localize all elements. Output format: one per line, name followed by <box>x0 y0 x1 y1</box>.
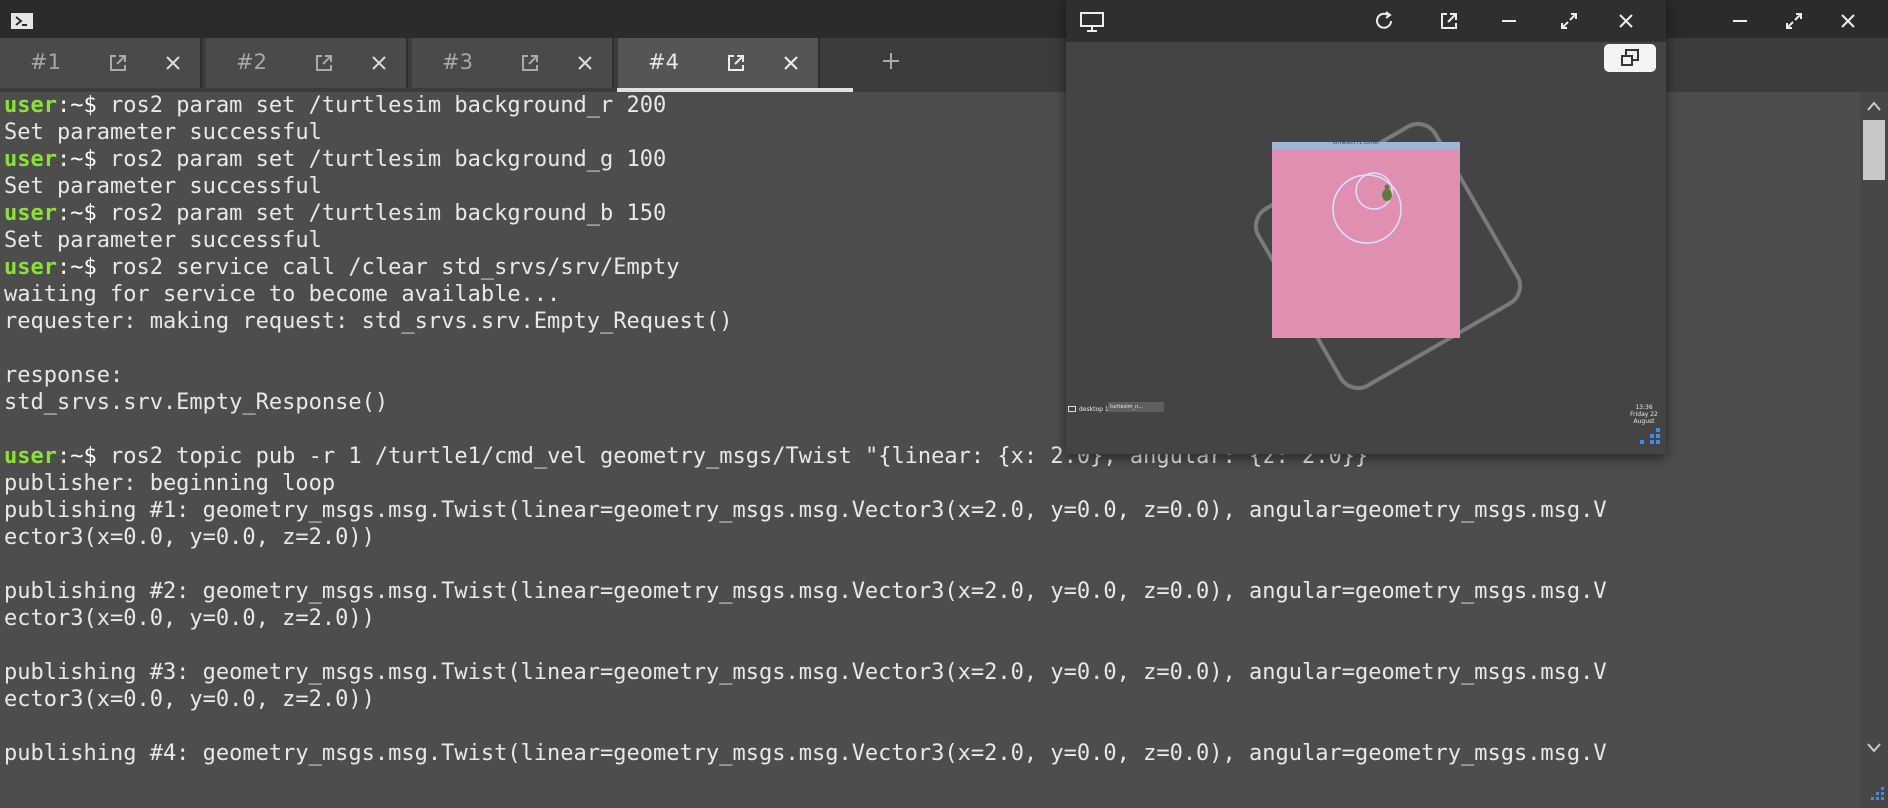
clock-date: Friday 22 August <box>1630 411 1658 425</box>
prompt-path: :~ <box>56 444 84 469</box>
terminal-output-line: Set parameter successful <box>4 174 322 199</box>
prompt-user: user <box>4 147 57 172</box>
tab-label: #1 <box>30 50 61 74</box>
popout-icon[interactable] <box>520 53 540 73</box>
terminal-output-line: std_srvs.srv.Empty_Response() <box>4 390 389 415</box>
minimize-button[interactable] <box>1722 6 1758 36</box>
terminal-command-line: user:~$ ros2 param set /turtlesim backgr… <box>4 92 666 119</box>
taskbar-app-turtlesim[interactable]: turtlesim_n... <box>1108 402 1164 412</box>
desktop-label: desktop 1 <box>1079 405 1109 413</box>
scroll-thumb[interactable] <box>1863 120 1885 180</box>
turtlesim-titlebar: TurtleSim (1 turtle) <box>1272 140 1460 149</box>
terminal-output-line: publishing #1: geometry_msgs.msg.Twist(l… <box>4 498 1607 523</box>
terminal-output-line: waiting for service to become available.… <box>4 282 561 307</box>
command-text: ros2 service call /clear std_srvs/srv/Em… <box>96 255 680 280</box>
popout-icon[interactable] <box>726 53 746 73</box>
tab-label: #2 <box>236 50 267 74</box>
viewer-maximize-button[interactable] <box>1552 8 1586 34</box>
powershell-icon <box>11 13 33 29</box>
tab-1[interactable]: #1 <box>0 38 202 88</box>
prompt-user: user <box>4 255 57 280</box>
minimize-icon <box>1733 20 1747 22</box>
restore-button[interactable] <box>1604 44 1656 72</box>
turtlesim-title: TurtleSim (1 turtle) <box>1332 140 1380 146</box>
monitor-icon <box>1080 12 1104 32</box>
popout-icon[interactable] <box>108 53 128 73</box>
prompt-path: :~ <box>56 147 84 172</box>
tab-4[interactable]: #4 <box>618 38 820 88</box>
tab-2[interactable]: #2 <box>206 38 408 88</box>
maximize-icon <box>1561 13 1577 29</box>
close-icon <box>1619 14 1633 28</box>
close-icon[interactable] <box>575 53 595 73</box>
close-icon[interactable] <box>163 53 183 73</box>
prompt-dollar: $ <box>83 444 97 469</box>
prompt-path: :~ <box>56 201 84 226</box>
viewer-close-button[interactable] <box>1609 8 1643 34</box>
remote-desktop-screen[interactable]: TurtleSim (1 turtle) desktop 1 turtlesim… <box>1066 42 1666 454</box>
add-tab-icon[interactable] <box>880 50 902 72</box>
terminal-output-line: ector3(x=0.0, y=0.0, z=2.0)) <box>4 687 375 712</box>
prompt-dollar: $ <box>83 147 97 172</box>
viewer-titlebar <box>1066 0 1666 42</box>
command-text: ros2 param set /turtlesim background_r 2… <box>96 93 667 118</box>
popout-icon[interactable] <box>314 53 334 73</box>
turtlesim-window[interactable]: TurtleSim (1 turtle) <box>1272 140 1460 338</box>
terminal-output-line: publisher: beginning loop <box>4 471 336 496</box>
viewer-minimize-button[interactable] <box>1492 8 1526 34</box>
scrollbar[interactable] <box>1860 92 1888 808</box>
tab-label: #4 <box>648 50 679 74</box>
taskbar-clock: 13:36 Friday 22 August <box>1624 404 1664 425</box>
refresh-button[interactable] <box>1367 8 1401 34</box>
close-button[interactable] <box>1830 6 1866 36</box>
desktop-icon <box>1068 406 1076 412</box>
prompt-path: :~ <box>56 93 84 118</box>
taskbar-desktop-switcher[interactable]: desktop 1 <box>1068 404 1109 414</box>
turtle-path-drawing <box>1332 172 1402 244</box>
prompt-dollar: $ <box>83 93 97 118</box>
close-icon[interactable] <box>781 53 801 73</box>
maximize-icon <box>1786 13 1802 29</box>
restore-window-icon <box>1621 49 1639 66</box>
popout-icon <box>1441 13 1457 29</box>
terminal-output-line: response: <box>4 363 124 388</box>
command-text: ros2 param set /turtlesim background_b 1… <box>96 201 667 226</box>
prompt-user: user <box>4 444 57 469</box>
turtle-icon <box>1382 184 1392 201</box>
terminal-output-line: ector3(x=0.0, y=0.0, z=2.0)) <box>4 525 375 550</box>
close-icon[interactable] <box>369 53 389 73</box>
prompt-path: :~ <box>56 255 84 280</box>
terminal-output-line: Set parameter successful <box>4 120 322 145</box>
terminal-command-line: user:~$ ros2 param set /turtlesim backgr… <box>4 146 666 173</box>
command-text: ros2 param set /turtlesim background_g 1… <box>96 147 667 172</box>
tab-3[interactable]: #3 <box>412 38 614 88</box>
popout-button[interactable] <box>1432 8 1466 34</box>
terminal-output-line: requester: making request: std_srvs.srv.… <box>4 309 733 334</box>
terminal-output-line: publishing #2: geometry_msgs.msg.Twist(l… <box>4 579 1607 604</box>
refresh-icon <box>1376 11 1392 29</box>
remote-desktop-viewer[interactable]: TurtleSim (1 turtle) desktop 1 turtlesim… <box>1066 0 1666 454</box>
prompt-user: user <box>4 201 57 226</box>
resize-grip-icon[interactable] <box>1638 426 1662 448</box>
clock-time: 13:36 <box>1635 404 1653 411</box>
terminal-output-line: publishing #3: geometry_msgs.msg.Twist(l… <box>4 660 1607 685</box>
terminal-output-line: Set parameter successful <box>4 228 322 253</box>
resize-grip-icon[interactable] <box>1868 786 1886 804</box>
taskbar-app-label: turtlesim_n... <box>1110 404 1143 410</box>
maximize-button[interactable] <box>1776 6 1812 36</box>
terminal-command-line: user:~$ ros2 param set /turtlesim backgr… <box>4 200 666 227</box>
terminal-command-line: user:~$ ros2 service call /clear std_srv… <box>4 254 680 281</box>
scroll-up-icon[interactable] <box>1867 100 1881 112</box>
scroll-down-icon[interactable] <box>1867 742 1881 754</box>
tab-label: #3 <box>442 50 473 74</box>
prompt-dollar: $ <box>83 201 97 226</box>
prompt-dollar: $ <box>83 255 97 280</box>
terminal-output-line: ector3(x=0.0, y=0.0, z=2.0)) <box>4 606 375 631</box>
prompt-user: user <box>4 93 57 118</box>
close-icon <box>1841 14 1855 28</box>
minimize-icon <box>1502 20 1516 22</box>
terminal-output-line: publishing #4: geometry_msgs.msg.Twist(l… <box>4 741 1607 766</box>
